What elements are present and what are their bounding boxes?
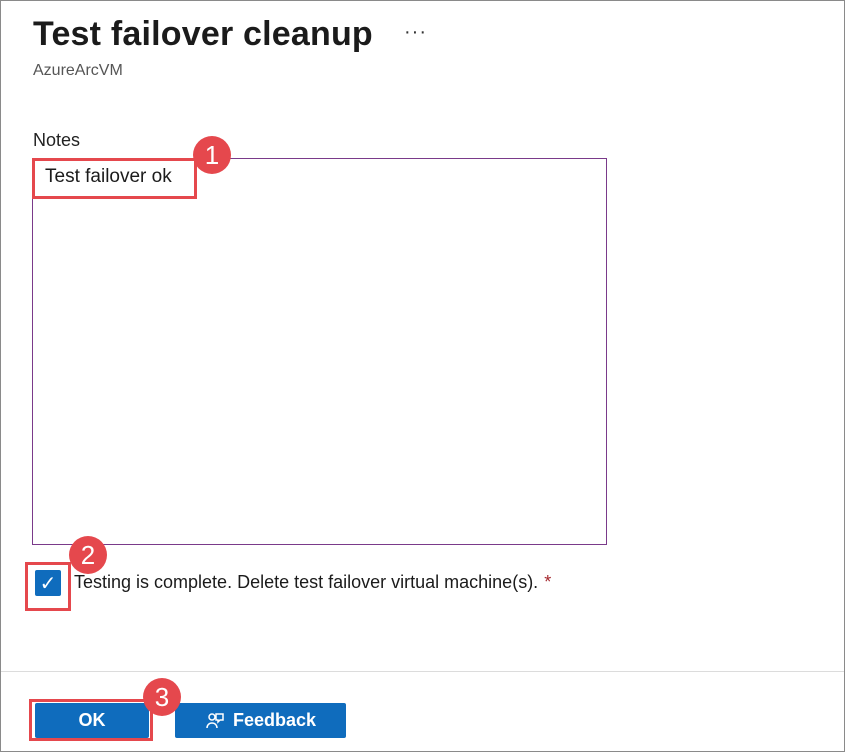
annotation-badge-2: 2 <box>69 536 107 574</box>
notes-label: Notes <box>33 130 81 150</box>
page-title: Test failover cleanup <box>33 15 373 53</box>
dialog-panel: Test failover cleanup ··· AzureArcVM Not… <box>0 0 845 752</box>
page-subtitle: AzureArcVM <box>33 62 123 79</box>
annotation-highlight-notes <box>32 158 197 199</box>
annotation-highlight-checkbox <box>25 562 71 611</box>
confirm-label-text: Testing is complete. Delete test failove… <box>74 572 539 592</box>
annotation-badge-1: 1 <box>193 136 231 174</box>
annotation-highlight-ok <box>29 699 153 741</box>
annotation-badge-3: 3 <box>143 678 181 716</box>
feedback-button[interactable]: Feedback <box>175 703 346 738</box>
notes-textarea[interactable] <box>32 158 607 545</box>
feedback-button-label: Feedback <box>232 710 317 730</box>
person-feedback-icon <box>205 711 225 731</box>
ellipsis-icon[interactable]: ··· <box>404 21 427 44</box>
confirm-checkbox-label: Testing is complete. Delete test failove… <box>74 572 551 593</box>
footer-divider <box>1 671 844 672</box>
required-marker: * <box>544 572 552 592</box>
